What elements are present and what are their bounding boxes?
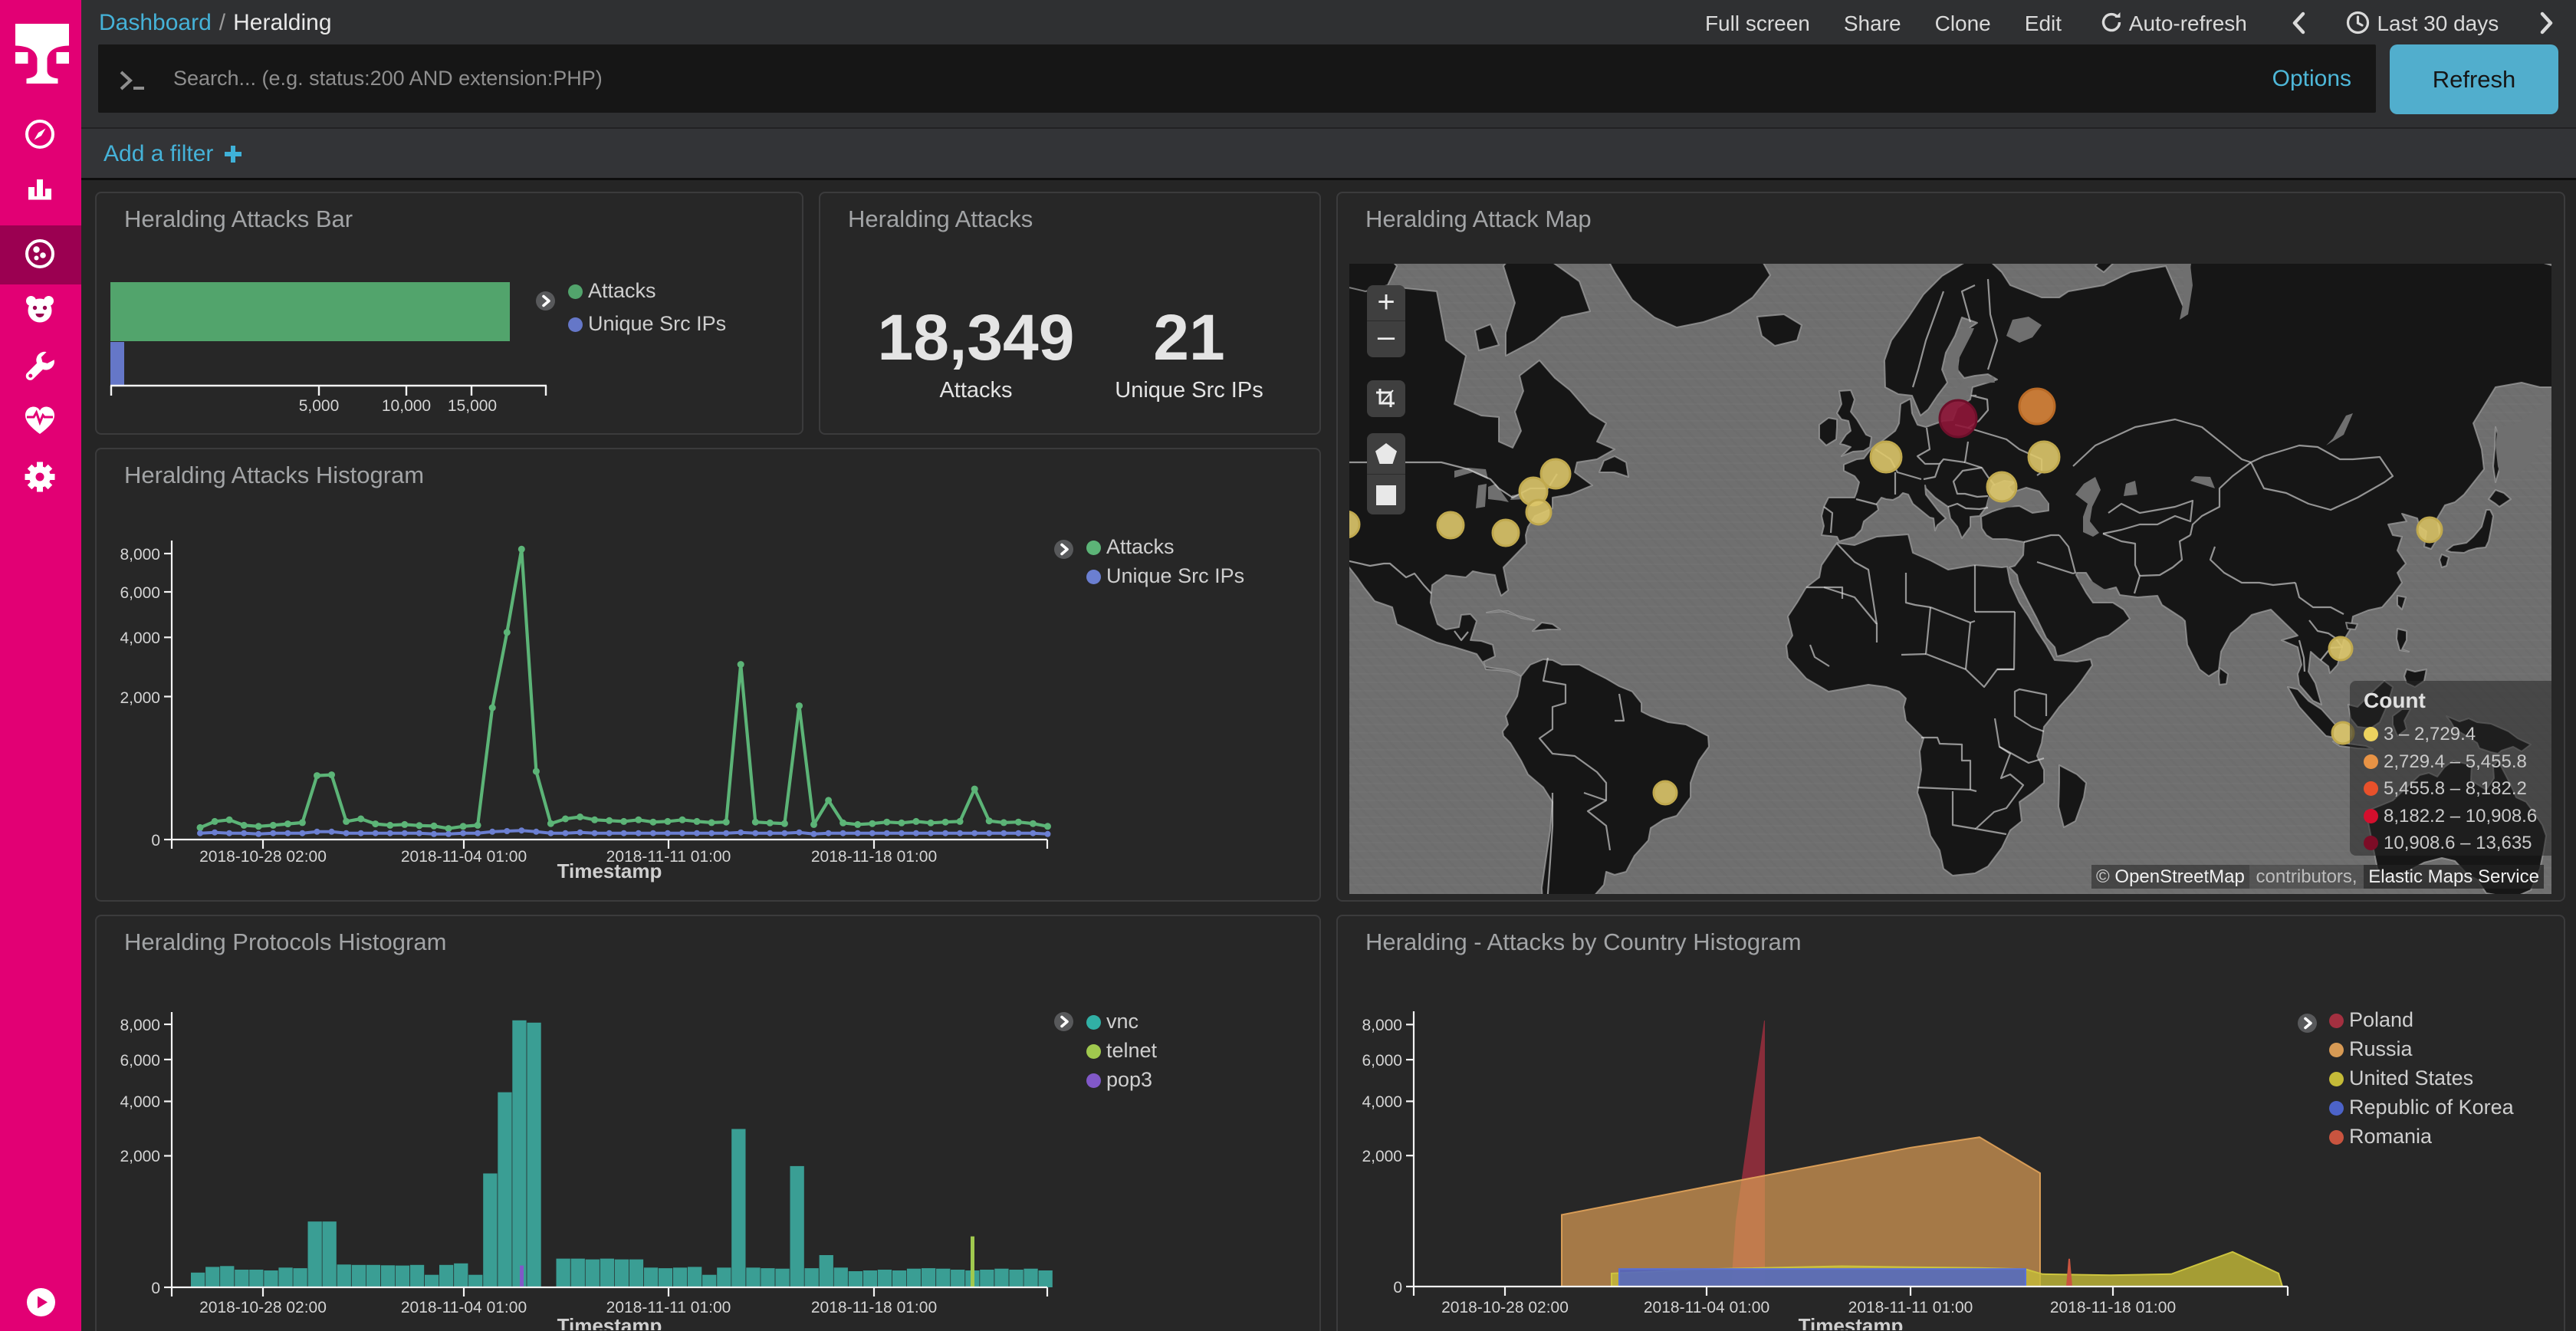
svg-text:6,000: 6,000	[120, 1052, 160, 1070]
svg-text:15,000: 15,000	[448, 397, 497, 415]
svg-text:8,000: 8,000	[120, 546, 160, 564]
svg-text:Timestamp: Timestamp	[1799, 1314, 1904, 1330]
svg-text:4,000: 4,000	[120, 1093, 160, 1111]
svg-text:10,000: 10,000	[382, 397, 431, 415]
svg-text:4,000: 4,000	[120, 629, 160, 647]
svg-text:2018-10-28 02:00: 2018-10-28 02:00	[199, 1299, 327, 1316]
svg-text:0: 0	[1393, 1279, 1402, 1296]
svg-text:2018-11-04 01:00: 2018-11-04 01:00	[401, 1299, 527, 1316]
svg-text:2018-11-18 01:00: 2018-11-18 01:00	[2050, 1299, 2176, 1316]
svg-text:2018-11-04 01:00: 2018-11-04 01:00	[1644, 1299, 1769, 1316]
svg-text:4,000: 4,000	[1362, 1093, 1402, 1111]
svg-text:8,000: 8,000	[1362, 1017, 1402, 1034]
svg-text:6,000: 6,000	[1362, 1052, 1402, 1070]
svg-text:2018-11-18 01:00: 2018-11-18 01:00	[811, 848, 937, 866]
svg-text:2018-10-28 02:00: 2018-10-28 02:00	[199, 848, 327, 866]
svg-text:Timestamp: Timestamp	[557, 859, 662, 882]
svg-text:0: 0	[151, 832, 160, 850]
svg-text:0: 0	[151, 1280, 160, 1297]
svg-text:8,000: 8,000	[120, 1017, 160, 1034]
svg-text:2,000: 2,000	[120, 689, 160, 707]
svg-text:2018-10-28 02:00: 2018-10-28 02:00	[1441, 1299, 1569, 1316]
svg-text:5,000: 5,000	[299, 397, 340, 415]
svg-text:6,000: 6,000	[120, 584, 160, 602]
svg-text:Timestamp: Timestamp	[557, 1314, 662, 1330]
svg-text:2,000: 2,000	[1362, 1148, 1402, 1165]
svg-text:2,000: 2,000	[120, 1148, 160, 1165]
svg-text:2018-11-18 01:00: 2018-11-18 01:00	[811, 1299, 937, 1316]
svg-text:2018-11-04 01:00: 2018-11-04 01:00	[401, 848, 527, 866]
